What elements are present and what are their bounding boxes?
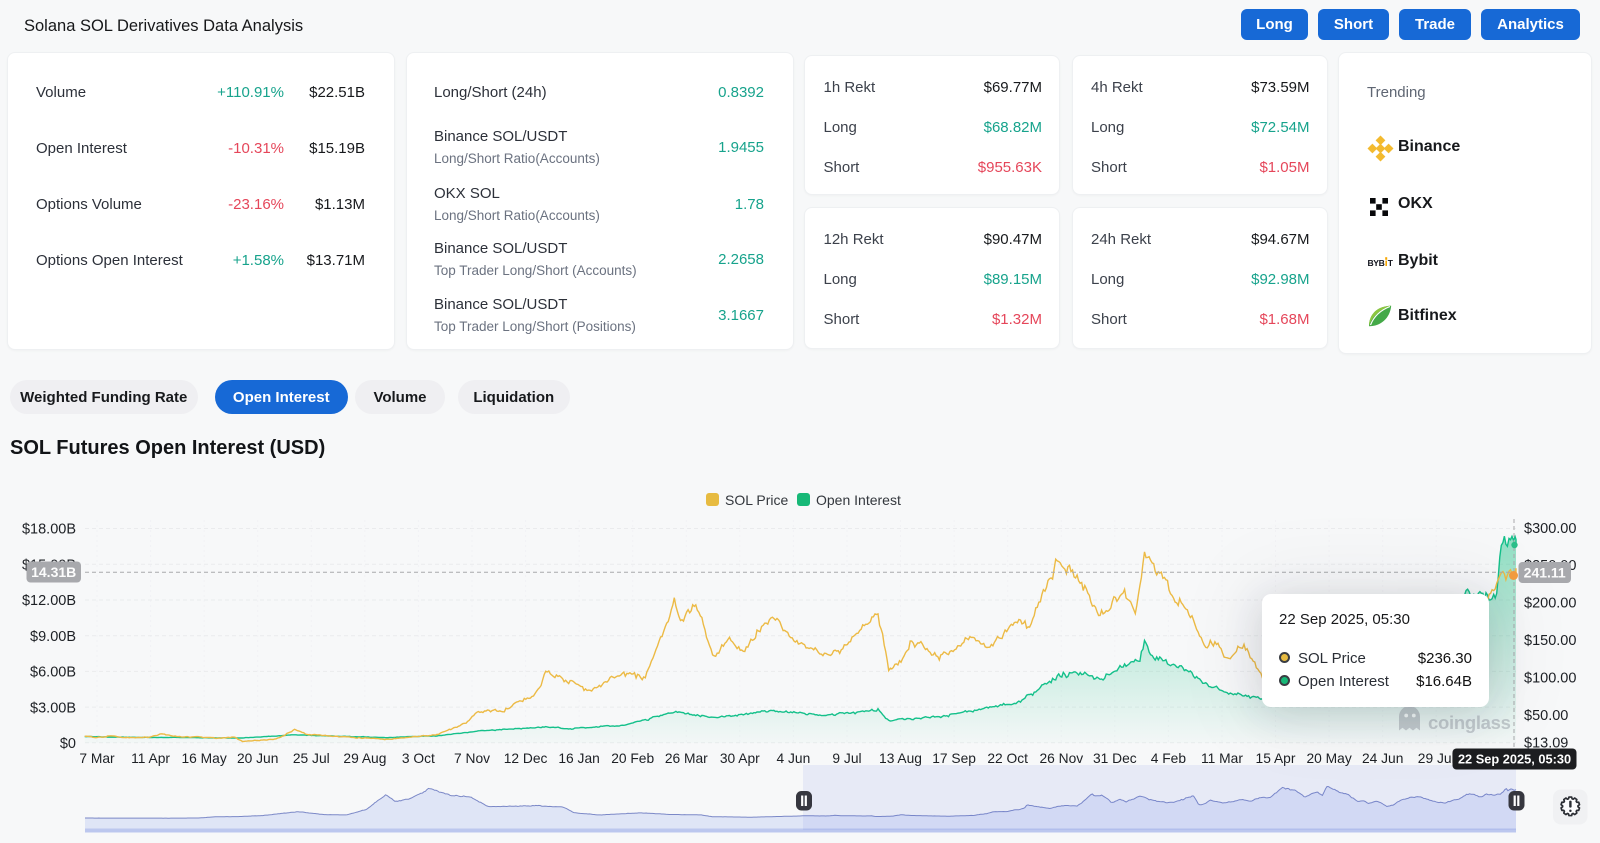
svg-text:$200.00: $200.00 xyxy=(1524,596,1576,612)
svg-text:$100.00: $100.00 xyxy=(1524,671,1576,687)
svg-text:BYB: BYB xyxy=(1368,258,1385,267)
svg-text:7 Mar: 7 Mar xyxy=(79,751,115,766)
svg-text:3 Oct: 3 Oct xyxy=(402,751,435,766)
svg-text:15 Apr: 15 Apr xyxy=(1256,751,1296,766)
svg-text:13 Aug: 13 Aug xyxy=(879,751,922,766)
svg-text:31 Dec: 31 Dec xyxy=(1093,751,1137,766)
svg-text:4 Jun: 4 Jun xyxy=(777,751,811,766)
svg-text:14.31B: 14.31B xyxy=(31,564,76,580)
svg-text:$9.00B: $9.00B xyxy=(30,629,76,645)
svg-text:241.11: 241.11 xyxy=(1524,565,1566,581)
svg-text:29 Jul: 29 Jul xyxy=(1418,751,1455,766)
svg-text:4 Feb: 4 Feb xyxy=(1151,751,1187,766)
svg-text:9 Jul: 9 Jul xyxy=(832,751,861,766)
svg-text:$3.00B: $3.00B xyxy=(30,700,76,716)
svg-text:22 Oct: 22 Oct xyxy=(987,751,1028,766)
svg-text:$0: $0 xyxy=(60,736,76,752)
svg-text:11 Mar: 11 Mar xyxy=(1201,751,1243,766)
svg-text:16 Jan: 16 Jan xyxy=(558,751,599,766)
svg-text:25 Jul: 25 Jul xyxy=(293,751,330,766)
svg-text:24 Jun: 24 Jun xyxy=(1362,751,1403,766)
svg-text:22 Sep 2025, 05:30: 22 Sep 2025, 05:30 xyxy=(1458,752,1571,767)
svg-text:$300.00: $300.00 xyxy=(1524,521,1576,537)
svg-text:26 Nov: 26 Nov xyxy=(1039,751,1083,766)
svg-text:$12.00B: $12.00B xyxy=(22,593,76,609)
svg-text:$150.00: $150.00 xyxy=(1524,633,1576,649)
svg-text:20 Jun: 20 Jun xyxy=(237,751,278,766)
svg-text:T: T xyxy=(1388,258,1393,267)
svg-text:11 Apr: 11 Apr xyxy=(131,751,170,766)
svg-text:coinglass: coinglass xyxy=(1428,712,1511,733)
svg-text:30 Apr: 30 Apr xyxy=(720,751,760,766)
svg-text:$18.00B: $18.00B xyxy=(22,522,76,538)
svg-text:29 Aug: 29 Aug xyxy=(343,751,386,766)
svg-text:20 Feb: 20 Feb xyxy=(611,751,654,766)
svg-text:$6.00B: $6.00B xyxy=(30,665,76,681)
svg-text:12 Dec: 12 Dec xyxy=(504,751,548,766)
svg-text:17 Sep: 17 Sep xyxy=(932,751,976,766)
svg-text:20 May: 20 May xyxy=(1306,751,1351,766)
svg-text:16 May: 16 May xyxy=(181,751,226,766)
svg-text:7 Nov: 7 Nov xyxy=(454,751,490,766)
svg-text:$50.00: $50.00 xyxy=(1524,708,1568,724)
svg-text:26 Mar: 26 Mar xyxy=(665,751,708,766)
